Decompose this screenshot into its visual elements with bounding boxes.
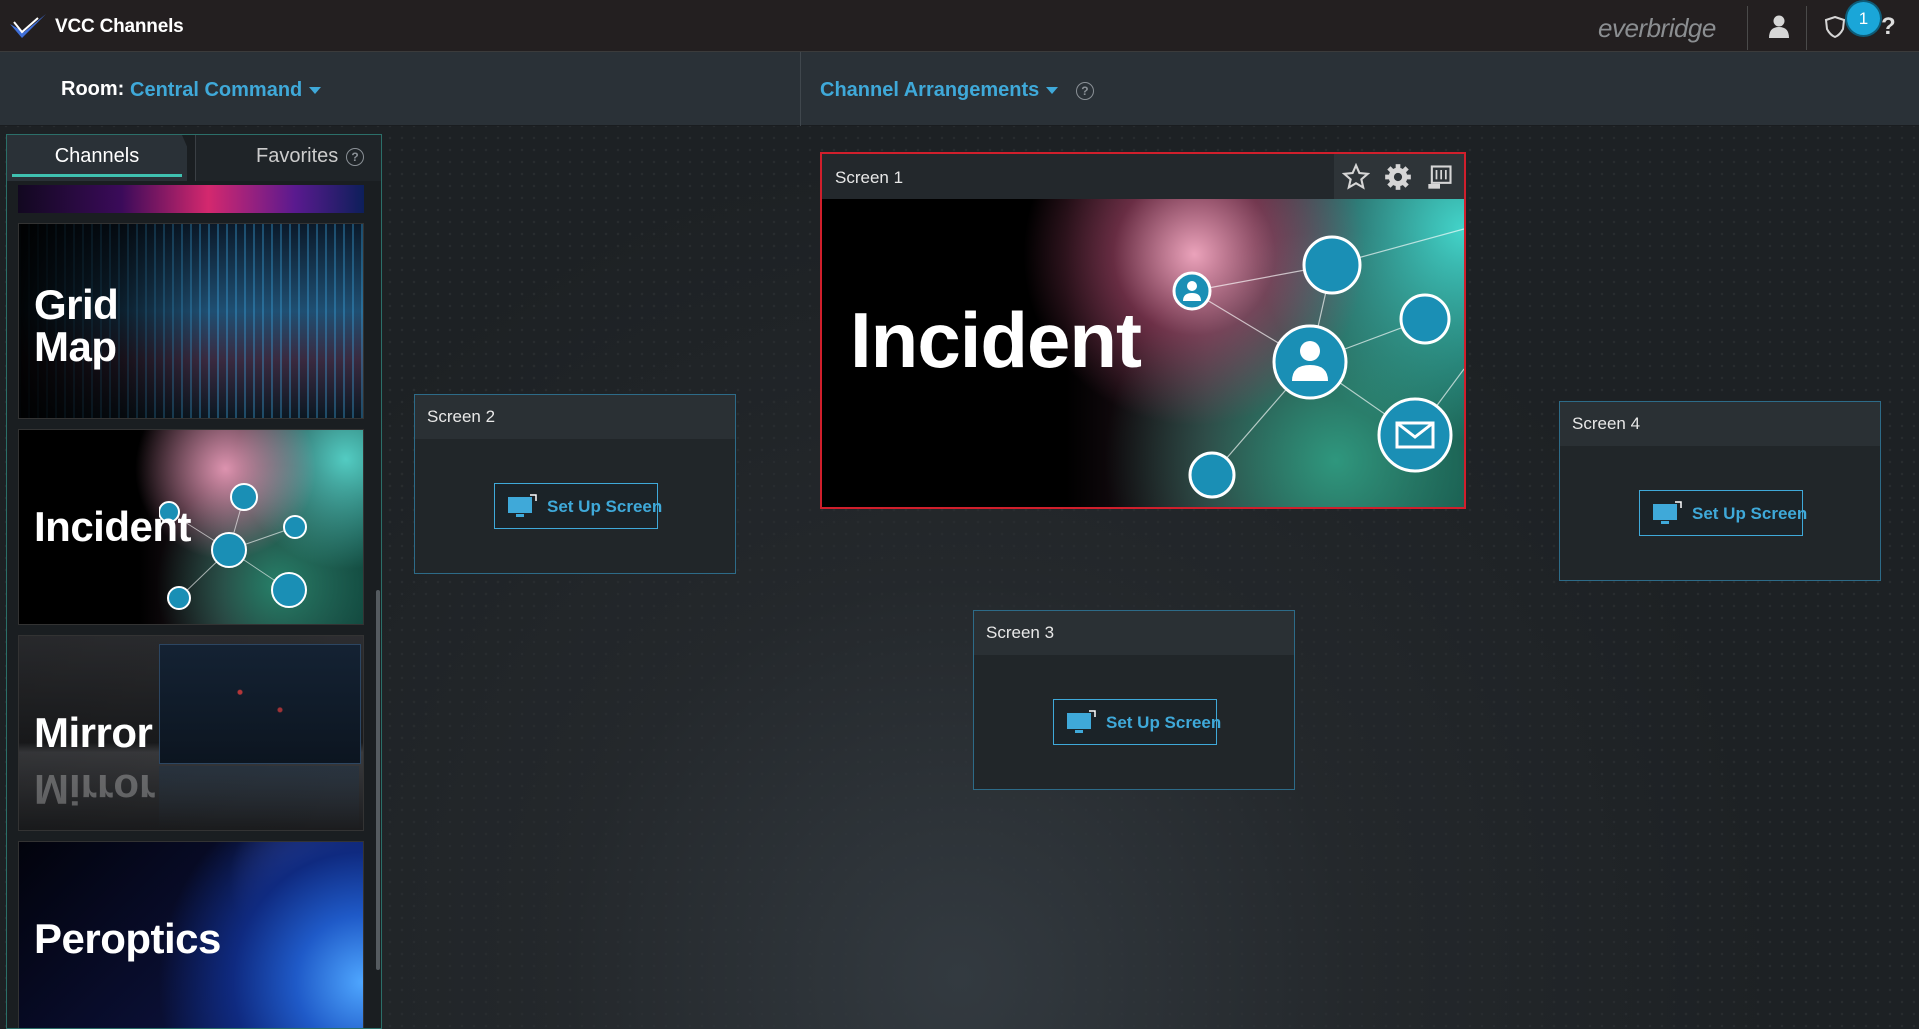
- room-bar: Room: Central Command Channel Arrangemen…: [0, 52, 1919, 126]
- screen-name: Screen 4: [1572, 414, 1641, 433]
- channel-arrangements-dropdown[interactable]: Channel Arrangements ?: [820, 79, 1094, 102]
- channel-arrangements-label: Channel Arrangements: [820, 79, 1040, 101]
- tab-channels[interactable]: Channels: [7, 135, 187, 181]
- channel-title-reflection: Mirror: [34, 766, 156, 813]
- channel-title: Incident: [34, 503, 192, 550]
- caret-down-icon: [309, 87, 322, 95]
- active-tab-indicator: [12, 174, 182, 177]
- screen-name: Screen 1: [835, 168, 904, 187]
- separator: [1747, 6, 1748, 50]
- channel-title: Grid Map: [34, 281, 119, 370]
- monitor-icon: [1067, 710, 1096, 733]
- tab-channels-label: Channels: [54, 145, 140, 167]
- screen-name: Screen 3: [986, 623, 1055, 642]
- shield-icon[interactable]: [1824, 16, 1846, 38]
- network-illustration: [1172, 228, 1464, 499]
- screen-header: Screen 4: [1560, 402, 1880, 446]
- notification-badge[interactable]: 1: [1847, 2, 1880, 35]
- screen-header: Screen 1: [822, 154, 1464, 199]
- top-bar: VCC Channels everbridge 1 ?: [0, 0, 1919, 52]
- app-title: VCC Channels: [55, 16, 184, 37]
- brand-logo: everbridge: [1598, 13, 1716, 43]
- logo-icon: [10, 14, 46, 38]
- tab-favorites[interactable]: Favorites ?: [195, 135, 381, 181]
- star-icon[interactable]: [1342, 163, 1370, 191]
- channel-title: Peroptics: [34, 915, 221, 962]
- channel-card-peroptics[interactable]: Peroptics: [18, 841, 364, 1028]
- button-label: Set Up Screen: [1106, 713, 1222, 732]
- help-icon[interactable]: ?: [1881, 13, 1896, 41]
- question-circle-icon[interactable]: ?: [346, 148, 364, 166]
- screen-header: Screen 2: [415, 395, 735, 439]
- set-up-screen-button[interactable]: Set Up Screen: [494, 483, 662, 529]
- user-icon[interactable]: [1768, 14, 1790, 38]
- room-name: Central Command: [130, 79, 303, 101]
- set-up-screen-button[interactable]: Set Up Screen: [1053, 699, 1221, 745]
- screen-3[interactable]: Screen 3 Set Up Screen: [973, 610, 1295, 790]
- channel-title: Incident: [850, 296, 1142, 384]
- channel-title: Mirror: [34, 709, 153, 756]
- screen-name: Screen 2: [427, 407, 496, 426]
- room-selector[interactable]: Central Command: [130, 79, 322, 102]
- channel-card-grid-map[interactable]: Grid Map: [18, 223, 364, 419]
- monitor-icon: [1653, 501, 1682, 524]
- channel-preview-incident: Incident: [822, 199, 1464, 507]
- divider: [800, 52, 801, 126]
- separator: [1806, 6, 1807, 50]
- clear-screen-icon[interactable]: [1426, 163, 1454, 191]
- gear-icon[interactable]: [1384, 163, 1412, 191]
- monitor-icon: [508, 494, 537, 517]
- screen-tools: [1334, 154, 1464, 199]
- channel-card-incident[interactable]: Incident: [18, 429, 364, 625]
- screen-2[interactable]: Screen 2 Set Up Screen: [414, 394, 736, 574]
- screen-1[interactable]: Screen 1 Incident: [820, 152, 1466, 509]
- caret-down-icon: [1046, 87, 1059, 95]
- mirror-preview: [159, 644, 361, 764]
- set-up-screen-button[interactable]: Set Up Screen: [1639, 490, 1807, 536]
- channel-library: Channels Favorites ? Grid Map Incident M…: [6, 134, 382, 1029]
- scrollbar[interactable]: [376, 590, 380, 970]
- channel-card-mirror[interactable]: Mirror Mirror: [18, 635, 364, 831]
- button-label: Set Up Screen: [547, 497, 663, 516]
- tab-favorites-label: Favorites: [256, 145, 339, 167]
- screen-4[interactable]: Screen 4 Set Up Screen: [1559, 401, 1881, 581]
- room-label: Room:: [61, 78, 125, 100]
- question-circle-icon[interactable]: ?: [1075, 81, 1094, 100]
- mirror-reflection: [159, 766, 359, 828]
- channel-card-partial[interactable]: [18, 185, 364, 213]
- button-label: Set Up Screen: [1692, 504, 1808, 523]
- screen-header: Screen 3: [974, 611, 1294, 655]
